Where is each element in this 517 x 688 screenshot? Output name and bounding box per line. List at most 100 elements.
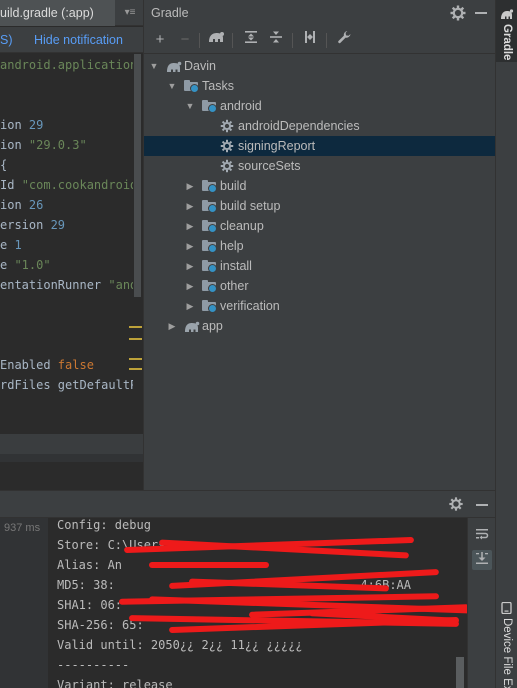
code-line: ion 29 <box>0 115 43 135</box>
warning-marker[interactable] <box>129 358 142 360</box>
elephant-icon <box>166 59 182 73</box>
folder-icon <box>202 100 217 113</box>
code-token: { <box>0 158 8 172</box>
code-token: ion <box>0 198 29 212</box>
tree-node-app[interactable]: ▶ app <box>144 316 496 336</box>
tree-node-androiddependencies[interactable]: androidDependencies <box>144 116 496 136</box>
tree-node-help[interactable]: ▶ help <box>144 236 496 256</box>
hide-panel-icon[interactable] <box>475 12 487 14</box>
expand-arrow-icon[interactable]: ▶ <box>166 316 178 336</box>
expand-arrow-icon[interactable]: ▶ <box>184 216 196 236</box>
build-settings-wrench-icon[interactable] <box>334 30 354 50</box>
toolbar-separator <box>292 33 293 48</box>
collapse-arrow-icon[interactable]: ▼ <box>166 76 178 96</box>
tree-node-label: install <box>220 259 252 273</box>
expand-arrow-icon[interactable]: ▶ <box>184 196 196 216</box>
expand-arrow-icon[interactable]: ▶ <box>184 276 196 296</box>
settings-gear-icon[interactable] <box>449 4 467 22</box>
editor-horizontal-scrollbar[interactable] <box>0 434 143 454</box>
expand-arrow-icon[interactable]: ▶ <box>184 236 196 256</box>
code-token: ion <box>0 118 29 132</box>
tree-node-label: build <box>220 179 247 193</box>
build-tree-pane[interactable]: 937 ms <box>0 518 48 688</box>
tree-node-label: other <box>220 279 249 293</box>
code-token: 26 <box>28 198 44 212</box>
folder-icon <box>202 260 217 273</box>
code-token: 29 <box>50 218 66 232</box>
collapse-arrow-icon[interactable]: ▼ <box>184 96 196 116</box>
tree-node-label: sourceSets <box>238 159 301 173</box>
build-settings-gear-icon[interactable] <box>448 496 464 512</box>
folder-icon <box>202 280 217 293</box>
code-token: "andr <box>108 278 133 292</box>
tree-node-android[interactable]: ▼ android <box>144 96 496 116</box>
code-token: android.application <box>0 58 133 72</box>
hide-notification-link[interactable]: Hide notification <box>34 27 123 52</box>
build-tool-window: 937 ms Config: debug Store: C:\Users\ Ali… <box>0 490 495 688</box>
folder-icon <box>184 80 199 93</box>
tree-node-cleanup[interactable]: ▶ cleanup <box>144 216 496 236</box>
tree-node-davin[interactable]: ▼ Davin <box>144 56 496 76</box>
code-line: ersion 29 <box>0 215 65 235</box>
code-line: e 1 <box>0 235 22 255</box>
code-token: Id <box>0 178 22 192</box>
remove-project-icon[interactable]: − <box>175 30 195 50</box>
gradle-tool-button[interactable]: Gradle <box>496 0 517 62</box>
hide-build-panel-icon[interactable] <box>476 504 488 506</box>
tree-node-label: cleanup <box>220 219 264 233</box>
tree-node-signingreport[interactable]: signingReport <box>144 136 496 156</box>
warning-marker[interactable] <box>129 338 142 340</box>
notification-action-link[interactable]: S) <box>0 27 13 52</box>
gradle-toolbar: + − <box>144 27 496 54</box>
code-token: false <box>57 358 94 372</box>
tree-node-label: app <box>202 319 223 333</box>
collapse-all-icon[interactable] <box>266 30 286 50</box>
console-line: Config: debug <box>57 518 151 532</box>
toggle-offline-mode-icon[interactable] <box>300 30 320 50</box>
tree-node-verification[interactable]: ▶ verification <box>144 296 496 316</box>
folder-icon <box>202 220 217 233</box>
expand-arrow-icon[interactable]: ▶ <box>184 296 196 316</box>
tree-node-sourcesets[interactable]: sourceSets <box>144 156 496 176</box>
toolbar-separator <box>326 33 327 48</box>
console-scrollbar[interactable] <box>456 657 464 688</box>
expand-arrow-icon[interactable]: ▶ <box>184 256 196 276</box>
toolbar-separator <box>199 33 200 48</box>
code-editor[interactable]: android.application ion 29 ion "29.0.3"{Id… <box>0 54 133 434</box>
code-line: { <box>0 155 7 175</box>
tree-node-build[interactable]: ▶ build <box>144 176 496 196</box>
code-line: android.application <box>0 55 133 75</box>
build-console-output[interactable]: Config: debug Store: C:\Users\ Alias: An … <box>49 518 467 688</box>
device-file-icon <box>501 601 512 615</box>
tab-list-menu-icon[interactable]: ▾≡ <box>117 0 143 26</box>
soft-wrap-icon[interactable] <box>472 526 492 546</box>
tree-node-build-setup[interactable]: ▶ build setup <box>144 196 496 216</box>
folder-icon <box>202 200 217 213</box>
editor-tab-build-gradle[interactable]: uild.gradle (:app) <box>0 0 115 26</box>
tree-node-tasks[interactable]: ▼ Tasks <box>144 76 496 96</box>
expand-arrow-icon[interactable]: ▶ <box>184 176 196 196</box>
tree-node-label: build setup <box>220 199 281 213</box>
tree-node-label: androidDependencies <box>238 119 360 133</box>
elephant-icon <box>184 319 200 333</box>
device-file-explorer-button[interactable]: Device File Ex <box>496 596 517 688</box>
scroll-to-end-icon[interactable] <box>472 550 492 570</box>
build-header <box>0 491 495 518</box>
tree-node-other[interactable]: ▶ other <box>144 276 496 296</box>
code-line: rdFiles getDefaultPro <box>0 375 133 395</box>
warning-marker[interactable] <box>129 368 142 370</box>
warning-marker[interactable] <box>129 326 142 328</box>
expand-all-icon[interactable] <box>241 30 261 50</box>
folder-icon <box>202 180 217 193</box>
collapse-arrow-icon[interactable]: ▼ <box>148 56 160 76</box>
editor-scrollbar[interactable] <box>134 54 141 297</box>
redaction-mark <box>149 562 269 568</box>
code-token: ion <box>0 138 29 152</box>
tree-node-install[interactable]: ▶ install <box>144 256 496 276</box>
add-project-icon[interactable]: + <box>150 30 170 50</box>
gear-icon <box>220 159 236 173</box>
toolbar-separator <box>232 33 233 48</box>
gear-icon <box>220 139 236 153</box>
run-gradle-task-icon[interactable] <box>206 30 226 50</box>
editor-tab-label: uild.gradle (:app) <box>0 6 94 20</box>
